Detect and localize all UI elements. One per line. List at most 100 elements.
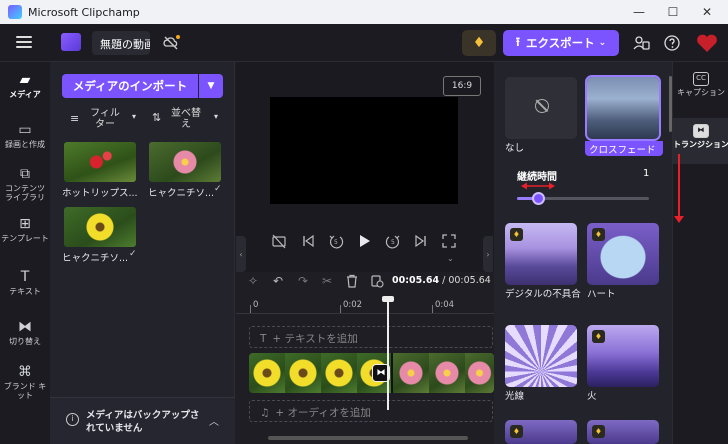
import-dropdown-button[interactable]: ▼ — [199, 74, 223, 98]
skip-forward-icon[interactable] — [413, 233, 429, 249]
filter-button[interactable]: ≡ フィルター ▾ — [70, 108, 140, 130]
caption-off-icon[interactable] — [271, 233, 287, 249]
backup-notice[interactable]: i メディアはバックアップされていません ︿ — [50, 397, 235, 444]
nav-templates[interactable]: ⊞ テンプレート — [0, 216, 50, 243]
duration-slider-thumb[interactable] — [532, 192, 545, 205]
transition-card[interactable] — [505, 325, 577, 387]
nav-templates-label: テンプレート — [1, 234, 49, 243]
rail-transition-label: トランジション — [673, 140, 728, 149]
heart-avatar-icon[interactable] — [695, 32, 719, 54]
nav-transitions[interactable]: ⧓ 切り替え — [0, 319, 50, 346]
chevron-left-icon: ‹ — [239, 249, 243, 259]
nav-brand-kit[interactable]: ⌘ ブランド キット — [0, 364, 50, 400]
ruler-mark — [432, 305, 433, 313]
project-name-field[interactable]: 無題の動画 — [92, 31, 150, 55]
undo-icon[interactable]: ↶ — [271, 274, 285, 288]
nav-transitions-label: 切り替え — [9, 337, 41, 346]
red-annotation-line — [678, 154, 680, 220]
playhead[interactable] — [387, 300, 389, 410]
collapse-media-panel-button[interactable]: ‹ — [236, 236, 246, 272]
export-button[interactable]: ⭱ エクスポート ⌄ — [503, 30, 619, 56]
redo-icon[interactable]: ↷ — [296, 274, 310, 288]
nav-record-label: 録画と作成 — [5, 140, 45, 149]
red-arrow-down-icon — [674, 216, 684, 223]
transition-label: デジタルの不具合 — [505, 289, 581, 300]
transition-crossfade-card[interactable] — [585, 75, 661, 141]
brand-kit-icon: ⌘ — [18, 364, 32, 380]
menu-icon[interactable] — [16, 36, 32, 48]
collapse-properties-button[interactable]: › — [483, 236, 493, 272]
add-text-track[interactable]: T + テキストを追加 — [249, 326, 493, 348]
timeline-ruler[interactable]: 0 0:02 0:04 — [236, 296, 494, 314]
duration-value: 1 — [643, 168, 650, 179]
media-thumbnail[interactable] — [64, 142, 136, 182]
nav-text-label: テキスト — [9, 287, 41, 296]
transition-none-card[interactable] — [505, 77, 577, 139]
transition-label: 火 — [587, 391, 597, 402]
sort-button[interactable]: ⇅ 並べ替え ▾ — [152, 108, 224, 130]
rail-captions[interactable]: CC キャプション — [673, 68, 728, 110]
transition-none-label: なし — [505, 143, 525, 154]
ruler-tick-label: 0:04 — [435, 300, 455, 310]
total-time: 00:05.64 — [448, 275, 491, 286]
rewind-5s-icon[interactable]: 5 — [328, 233, 344, 249]
media-item-label: ヒャクニチソ... — [62, 253, 128, 264]
import-media-button[interactable]: メディアのインポート — [62, 74, 198, 98]
timeline-horizontal-scrollbar[interactable] — [268, 436, 468, 440]
transitions-icon: ⧓ — [18, 319, 32, 335]
add-audio-track[interactable]: ♫ + オーディオを追加 — [249, 400, 493, 422]
minimize-button[interactable]: — — [622, 0, 656, 24]
sort-icon: ⇅ — [152, 111, 162, 124]
maximize-button[interactable]: ☐ — [656, 0, 690, 24]
media-thumbnail[interactable] — [149, 142, 221, 182]
delete-icon[interactable] — [345, 274, 359, 288]
chevron-down-icon[interactable]: ⌄ — [447, 254, 454, 263]
nav-content-library[interactable]: ⧉ コンテンツ ライブラリ — [0, 166, 50, 202]
clipchamp-logo-icon — [8, 5, 22, 19]
text-track-icon: T — [260, 333, 267, 345]
filter-label: フィルター — [90, 108, 120, 130]
none-icon — [535, 99, 549, 113]
templates-icon: ⊞ — [19, 216, 31, 232]
transition-label: 光線 — [505, 391, 525, 402]
sort-label: 並べ替え — [171, 108, 201, 130]
video-clip-frame — [465, 353, 494, 393]
library-icon: ⧉ — [20, 166, 30, 182]
play-icon[interactable] — [356, 233, 372, 249]
skip-back-icon[interactable] — [300, 233, 316, 249]
premium-gem-icon: ♦ — [592, 228, 605, 241]
share-users-icon[interactable] — [632, 33, 652, 53]
aspect-ratio-button[interactable]: 16:9 — [443, 76, 481, 96]
project-icon — [61, 33, 81, 51]
nav-text[interactable]: T テキスト — [0, 269, 50, 296]
scissors-icon[interactable]: ✂ — [320, 274, 334, 288]
premium-gem-button[interactable]: ♦ — [462, 30, 496, 56]
folder-icon: ▰ — [19, 72, 31, 88]
transition-crossfade-label: クロスフェード — [585, 141, 663, 156]
add-media-icon[interactable] — [370, 274, 384, 288]
magic-wand-icon[interactable]: ✧ — [246, 274, 260, 288]
cloud-off-icon[interactable] — [162, 34, 180, 52]
nav-media[interactable]: ▰ メディア — [0, 72, 50, 99]
media-thumbnail[interactable] — [64, 207, 136, 247]
captions-icon: CC — [693, 72, 709, 86]
nav-record-create[interactable]: ▭ 録画と作成 — [0, 122, 50, 149]
right-properties-rail: CC キャプション ⧓ トランジション — [672, 62, 728, 444]
close-window-button[interactable]: ✕ — [690, 0, 724, 24]
premium-gem-icon: ♦ — [510, 228, 523, 241]
svg-text:5: 5 — [334, 239, 338, 246]
premium-gem-icon: ♦ — [592, 330, 605, 343]
forward-5s-icon[interactable]: 5 — [385, 233, 401, 249]
export-label: エクスポート — [526, 36, 595, 50]
video-clip-frame — [285, 353, 321, 393]
filter-icon: ≡ — [70, 112, 80, 125]
duration-title: 継続時間 — [517, 172, 557, 183]
backup-text: メディアはバックアップされていません — [86, 410, 200, 434]
video-preview[interactable] — [270, 97, 458, 204]
help-icon[interactable] — [662, 33, 682, 53]
fullscreen-icon[interactable] — [441, 233, 457, 249]
rail-transition[interactable]: ⧓ トランジション — [673, 118, 728, 164]
ruler-tick-label: 0 — [253, 300, 259, 310]
media-item-label: ホットリップス... — [62, 188, 138, 199]
rail-captions-label: キャプション — [677, 88, 725, 97]
